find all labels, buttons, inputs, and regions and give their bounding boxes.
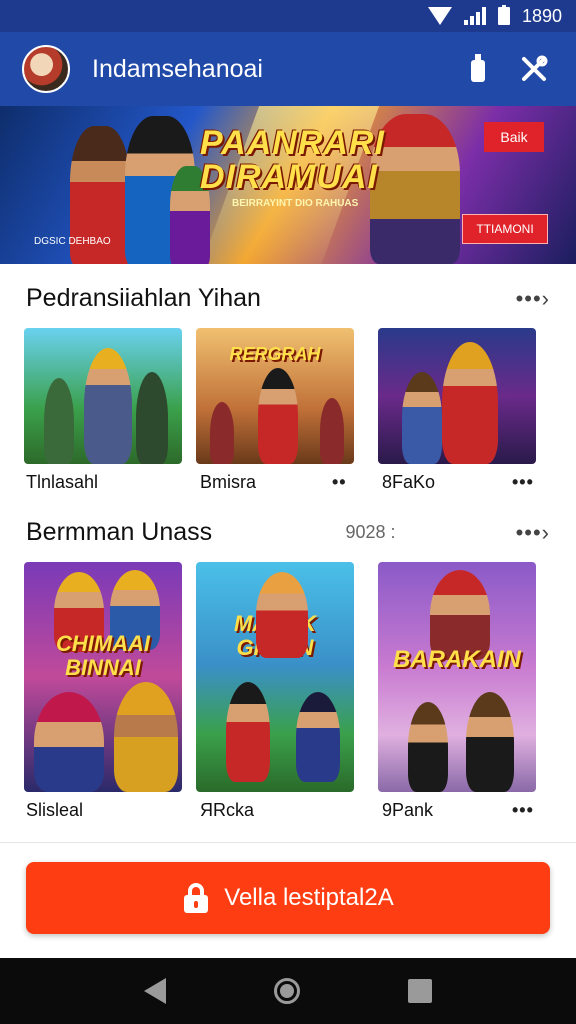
app-title: Indamsehanoai [92, 54, 263, 83]
app-bar: Indamsehanoai [0, 32, 576, 106]
section-title: Pedransiiahlan Yihan [26, 284, 261, 312]
game-art: BARAKAIN [378, 562, 536, 792]
unlock-button-label: Vella lestiptal2A [224, 884, 394, 911]
card-label: 9Pank [382, 800, 434, 820]
more-icon[interactable]: ••• [512, 800, 534, 821]
section-title: Bermman Unass [26, 518, 213, 546]
banner-button[interactable]: TTIAMONI [462, 214, 548, 244]
unlock-button[interactable]: Vella lestiptal2A [26, 862, 550, 934]
card-label: ЯRcka [200, 800, 255, 820]
wifi-icon [427, 7, 452, 25]
divider [0, 842, 576, 843]
game-card[interactable] [24, 328, 182, 464]
more-icon[interactable]: •• [332, 472, 347, 493]
home-icon[interactable] [274, 978, 300, 1004]
signal-icon [463, 7, 486, 25]
section-meta: 9028 : [345, 522, 396, 542]
card-label: Tlnlasahl [26, 472, 99, 492]
tools-icon[interactable] [514, 49, 554, 89]
game-card[interactable] [378, 328, 536, 464]
battery-icon [497, 5, 510, 25]
card-label: Bmisra [200, 472, 257, 492]
recent-apps-icon[interactable] [408, 979, 432, 1003]
banner-title: PAANRARI DIRAMUAI [200, 124, 385, 196]
card-label: 8FaKo [382, 472, 436, 492]
lock-icon [182, 883, 210, 913]
back-icon[interactable] [144, 978, 166, 1004]
game-art: MAKAK GINAIN [196, 562, 354, 792]
banner-corner-tag[interactable]: Baik [484, 122, 544, 152]
game-card[interactable]: CHIMAAI BINNAI [24, 562, 182, 792]
more-icon[interactable]: •••› [516, 286, 550, 312]
banner-caption: DGSIC DEHBAO [34, 236, 111, 247]
game-card[interactable]: RERGRAH [196, 328, 354, 464]
promo-banner[interactable]: PAANRARI DIRAMUAI BEIRRAYINT DIO RAHUAS … [0, 106, 576, 264]
game-art [24, 328, 182, 464]
more-icon[interactable]: ••• [512, 472, 534, 493]
game-card[interactable]: MAKAK GINAIN [196, 562, 354, 792]
game-card[interactable]: BARAKAIN [378, 562, 536, 792]
card-label: Slisleal [26, 800, 84, 820]
section-header-2: Bermman Unass 9028 : •••› [26, 518, 550, 547]
status-bar: 1890 [0, 0, 576, 32]
game-art: CHIMAAI BINNAI [24, 562, 182, 792]
game-art: RERGRAH [196, 328, 354, 464]
game-art [378, 328, 536, 464]
system-nav-bar [0, 958, 576, 1024]
banner-subtitle: BEIRRAYINT DIO RAHUAS [232, 198, 359, 209]
status-time: 1890 [521, 5, 562, 26]
avatar[interactable] [22, 45, 70, 93]
section-header-1: Pedransiiahlan Yihan •••› [26, 284, 550, 313]
bottle-icon[interactable] [458, 49, 498, 89]
more-icon[interactable]: •••› [516, 520, 550, 546]
